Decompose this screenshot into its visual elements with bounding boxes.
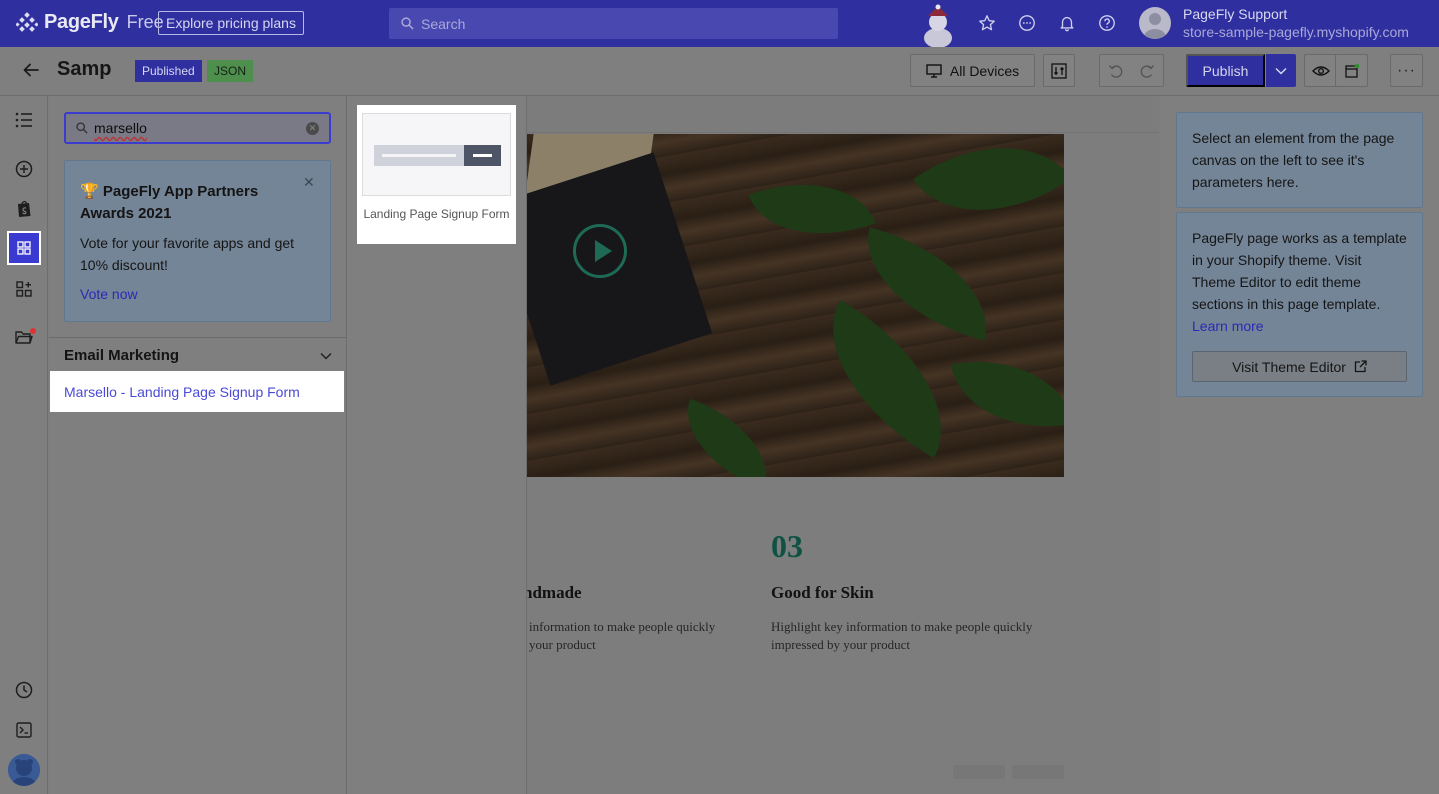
email-marketing-section-header[interactable]: Email Marketing [64,347,332,364]
element-library-panel: marsello ✕ 🏆 PageFly App Partners Awards… [49,96,347,794]
pagefly-logo-icon [16,11,38,32]
external-link-icon [1354,360,1367,373]
divider [49,337,347,338]
devices-label: All Devices [949,62,1020,79]
page-title[interactable]: Samp [57,58,111,81]
top-bar: PageFly Free Explore pricing plans Searc… [0,0,1439,47]
preview-caption: Landing Page Signup Form [363,207,510,221]
device-selector-button[interactable]: All Devices [910,54,1035,87]
redo-icon[interactable] [1132,55,1164,86]
apps-icon[interactable] [12,277,36,301]
help-icon[interactable] [1096,12,1118,34]
inspector-panel: Select an element from the page canvas o… [1160,96,1439,794]
search-icon [76,122,88,134]
brand-name: PageFly [44,11,119,33]
page-settings-button[interactable] [1043,54,1075,87]
outline-icon[interactable] [12,108,36,132]
submit-button-shape [464,145,501,166]
search-value: marsello [94,120,147,136]
editor-toolbar: Samp Published JSON All Devices Publish … [0,47,1439,96]
account-avatar[interactable] [8,754,40,786]
preview-eye-icon[interactable] [1304,54,1337,87]
store-domain: store-sample-pagefly.myshopify.com [1183,24,1409,40]
canvas-top-strip [527,96,1159,133]
add-page-icon[interactable] [1335,54,1368,87]
chat-icon[interactable] [1016,12,1038,34]
feature-title: Good for Skin [771,583,874,602]
hero-video-image[interactable] [527,134,1064,477]
explore-pricing-button[interactable]: Explore pricing plans [158,11,304,35]
undo-redo-group [1099,54,1164,87]
type-badge: JSON [207,60,254,82]
clear-search-icon[interactable]: ✕ [306,121,319,135]
shopify-icon[interactable] [12,197,36,221]
snowman-decoration-icon [924,4,952,47]
visit-theme-editor-button[interactable]: Visit Theme Editor [1192,351,1407,382]
close-icon[interactable]: ✕ [303,174,315,191]
notification-dot [30,328,36,334]
awards-promo-banner: 🏆 PageFly App Partners Awards 2021 ✕ Vot… [64,160,331,322]
star-icon[interactable] [976,12,998,34]
signup-form-preview-card[interactable]: Landing Page Signup Form [357,105,516,244]
user-name[interactable]: PageFly Support [1183,6,1287,22]
feature-desc-clipped-line1: information to make people quickly [529,619,716,634]
top-icons [976,12,1118,34]
bell-icon[interactable] [1056,12,1078,34]
select-element-hint: Select an element from the page canvas o… [1176,112,1423,208]
feature-title-clipped: ndmade [527,583,582,602]
theme-info-box: PageFly page works as a template in your… [1176,212,1423,397]
theme-button-label: Visit Theme Editor [1232,358,1346,375]
more-options-icon[interactable]: ··· [1390,54,1423,87]
add-element-icon[interactable] [12,157,36,181]
feature-number: 03 [771,528,803,564]
left-icon-rail [0,96,48,794]
page-canvas[interactable]: ndmade information to make people quickl… [527,96,1159,794]
promo-title: 🏆 PageFly App Partners Awards 2021 [80,183,259,222]
status-badge: Published [135,60,202,82]
template-info-text: PageFly page works as a template in your… [1192,230,1407,312]
undo-icon[interactable] [1100,55,1132,86]
marsello-signup-form-item[interactable]: Marsello - Landing Page Signup Form [50,371,344,412]
desktop-icon [926,63,942,78]
publish-button[interactable]: Publish [1186,54,1265,87]
feature-desc-clipped-line2: your product [529,637,596,652]
canvas-control-pill[interactable] [1012,765,1064,779]
learn-more-link[interactable]: Learn more [1192,318,1264,334]
sliders-icon [1051,62,1067,79]
feature-desc-line1: Highlight key information to make people… [771,619,1033,634]
chevron-down-icon [320,352,332,360]
user-avatar[interactable] [1139,7,1171,39]
play-icon[interactable] [573,224,627,278]
search-placeholder: Search [421,15,466,32]
promo-body: Vote for your favorite apps and get 10% … [80,235,295,273]
publish-dropdown-chevron-icon[interactable] [1266,54,1296,87]
feature-desc-line2: impressed by your product [771,637,911,652]
element-search-input[interactable]: marsello ✕ [64,112,331,144]
select-hint-text: Select an element from the page canvas o… [1192,130,1395,190]
section-title: Email Marketing [64,347,180,364]
email-field-placeholder-shape [374,145,464,166]
code-terminal-icon[interactable] [12,718,36,742]
templates-grid-icon[interactable] [7,231,41,265]
history-icon[interactable] [12,678,36,702]
back-arrow-icon[interactable] [22,61,40,83]
element-preview-column: Landing Page Signup Form [347,96,527,794]
vote-now-link[interactable]: Vote now [80,286,138,302]
signup-form-thumbnail [362,113,511,196]
search-icon [401,17,414,30]
pagefly-logo[interactable]: PageFly Free [16,11,164,34]
global-search-input[interactable]: Search [389,8,838,39]
canvas-control-pill[interactable] [953,765,1005,779]
